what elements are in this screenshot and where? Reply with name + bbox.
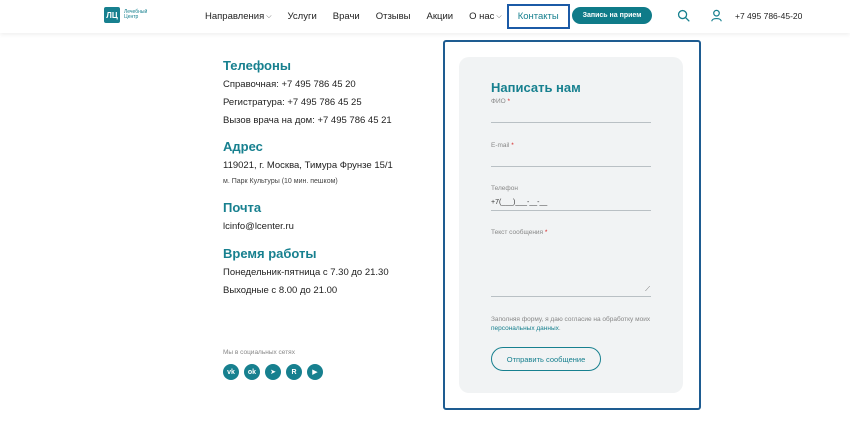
nav-item-label: О нас (469, 11, 495, 22)
required-mark: * (544, 229, 548, 236)
chevron-down-icon: ⌵ (496, 12, 502, 20)
address-title: Адрес (223, 139, 263, 154)
user-icon[interactable] (710, 9, 723, 22)
phone-line-info: Справочная: +7 495 786 45 20 (223, 79, 356, 90)
nav-item-label: Направления (205, 11, 265, 22)
phones-title: Телефоны (223, 58, 291, 73)
email-label: E-mail * (491, 142, 514, 149)
required-mark: * (511, 142, 514, 149)
email-label-text: E-mail (491, 142, 510, 149)
send-message-button[interactable]: Отправить сообщение (491, 347, 601, 371)
address-line: 119021, г. Москва, Тимура Фрунзе 15/1 (223, 160, 393, 171)
book-appointment-button[interactable]: Запись на прием (572, 7, 652, 24)
hours-weekdays: Понедельник-пятница с 7.30 до 21.30 (223, 267, 389, 278)
consent-text-body: Заполняя форму, я даю согласие на обрабо… (491, 316, 651, 323)
nav-item-contacts[interactable]: Контакты (506, 4, 570, 29)
nav-item-reviews[interactable]: Отзывы (376, 11, 411, 22)
nav-item-label: Услуги (287, 11, 317, 22)
site-header: ЛЦ Лечебный Центр Направления ⌵ Услуги В… (0, 0, 850, 33)
mail-title: Почта (223, 200, 262, 215)
telegram-icon[interactable]: ➤ (265, 364, 281, 380)
message-label: Текст сообщения * (491, 229, 547, 236)
hours-title: Время работы (223, 246, 317, 261)
header-phone[interactable]: +7 495 786-45-20 (735, 11, 802, 21)
contact-info: Телефоны Справочная: +7 495 786 45 20 Ре… (223, 58, 433, 303)
consent-text: Заполняя форму, я даю согласие на обрабо… (491, 315, 651, 333)
main-nav: Направления ⌵ Услуги Врачи Отзывы Акции … (205, 0, 580, 33)
logo[interactable]: ЛЦ Лечебный Центр (104, 7, 158, 23)
phone-line-registry: Регистратура: +7 495 786 45 25 (223, 97, 362, 108)
fio-label: ФИО * (491, 98, 510, 105)
nav-item-services[interactable]: Услуги (288, 11, 317, 22)
social-links: vk ok ➤ R ▶ (223, 364, 323, 380)
phone-line-home-visit: Вызов врача на дом: +7 495 786 45 21 (223, 115, 392, 126)
nav-item-label: Отзывы (375, 11, 411, 22)
nav-item-about[interactable]: О нас ⌵ (469, 11, 502, 22)
consent-text-end: . (558, 325, 561, 332)
nav-item-promotions[interactable]: Акции (427, 11, 454, 22)
nav-item-label: Контакты (517, 11, 559, 22)
personal-data-link[interactable]: персональных данных (491, 325, 559, 332)
search-icon[interactable] (677, 9, 690, 22)
metro-line: м. Парк Культуры (10 мин. пешком) (223, 178, 338, 185)
fio-field[interactable] (491, 109, 651, 123)
message-label-text: Текст сообщения (491, 229, 544, 236)
chevron-down-icon: ⌵ (266, 12, 272, 20)
youtube-icon[interactable]: ▶ (307, 364, 323, 380)
email-field[interactable] (491, 153, 651, 167)
vk-icon[interactable]: vk (223, 364, 239, 380)
logo-mark: ЛЦ (104, 7, 120, 23)
resize-handle-icon[interactable]: ⟋ (645, 286, 650, 294)
nav-item-directions[interactable]: Направления ⌵ (205, 11, 272, 22)
odnoklassniki-icon[interactable]: ok (244, 364, 260, 380)
nav-item-label: Врачи (332, 11, 360, 22)
contact-form: Написать нам ФИО * E-mail * Телефон +7(_… (459, 57, 683, 393)
message-textarea[interactable]: ⟋ (491, 242, 651, 297)
required-mark: * (507, 98, 511, 105)
email-link[interactable]: lcinfo@lcenter.ru (223, 221, 433, 232)
nav-item-label: Акции (426, 11, 454, 22)
fio-label-text: ФИО (491, 98, 506, 105)
logo-text: Лечебный Центр (124, 8, 148, 20)
nav-item-doctors[interactable]: Врачи (333, 11, 360, 22)
rutube-icon[interactable]: R (286, 364, 302, 380)
social-label: Мы в социальных сетях (223, 349, 295, 356)
form-title: Написать нам (491, 80, 581, 95)
hours-weekends: Выходные с 8.00 до 21.00 (223, 285, 338, 296)
phone-label: Телефон (491, 185, 518, 192)
phone-field[interactable] (491, 197, 651, 211)
